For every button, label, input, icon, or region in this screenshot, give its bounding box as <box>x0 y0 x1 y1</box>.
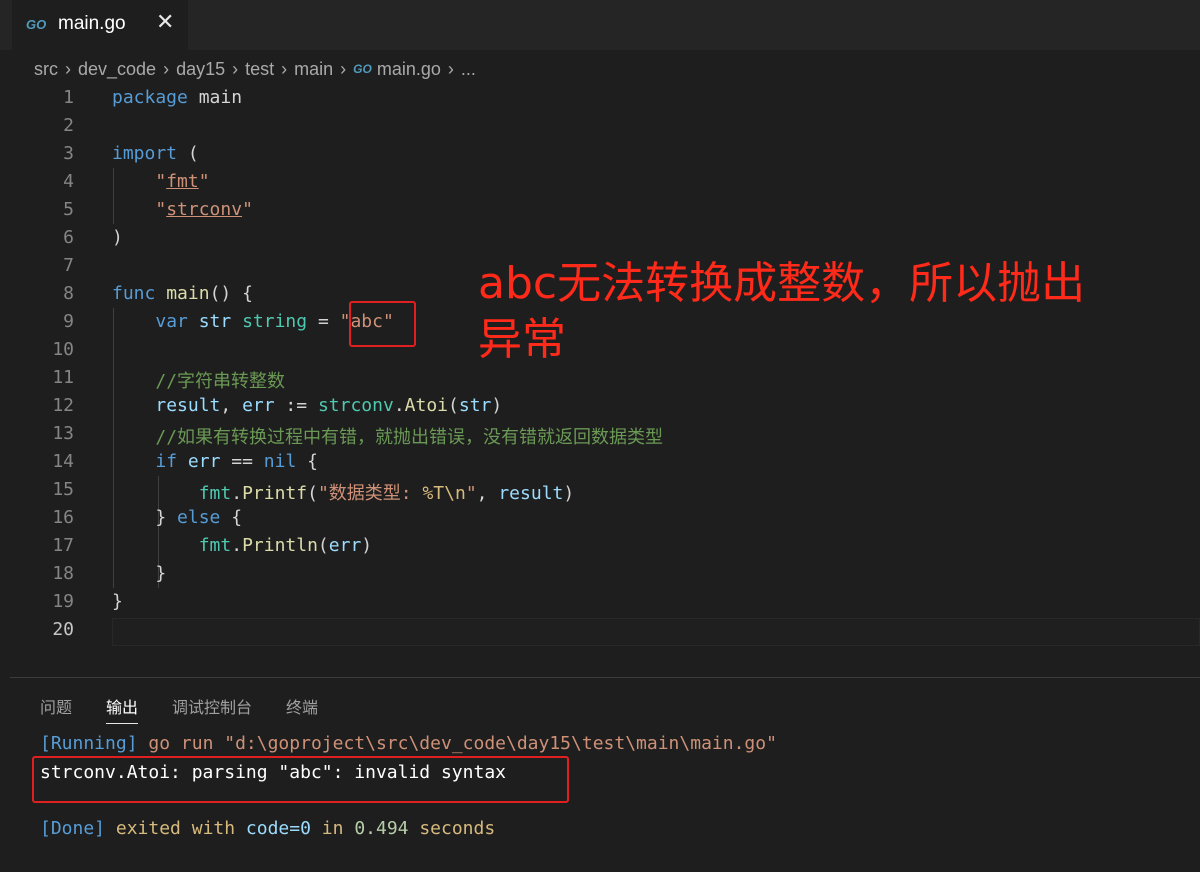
line-number: 1 <box>63 87 74 108</box>
tab-debug-console[interactable]: 调试控制台 <box>172 694 252 724</box>
code-line: 5 "strconv" <box>0 196 1200 224</box>
output-running-line: [Running] go run "d:\goproject\src\dev_c… <box>40 733 777 754</box>
output-done-line: [Done] exited with code=0 in 0.494 secon… <box>40 818 495 839</box>
code-line: 14 if err == nil { <box>0 448 1200 476</box>
code-text: } <box>112 591 123 612</box>
code-line: 2 <box>0 112 1200 140</box>
tab-output[interactable]: 输出 <box>106 694 139 724</box>
done-tag: [Done] <box>40 818 106 839</box>
code-line: 11 //字符串转整数 <box>0 364 1200 392</box>
line-number: 15 <box>52 479 74 500</box>
panel-divider <box>10 677 1200 678</box>
chevron-right-icon: › <box>163 58 170 79</box>
line-number: 3 <box>63 143 74 164</box>
code-text: result, err := strconv.Atoi(str) <box>155 395 503 416</box>
tab-title: main.go <box>58 13 126 34</box>
code-comment: //如果有转换过程中有错，就抛出错误，没有错就返回数据类型 <box>155 427 664 448</box>
line-number: 9 <box>63 311 74 332</box>
line-number: 2 <box>63 115 74 136</box>
line-number: 10 <box>52 339 74 360</box>
line-number: 8 <box>63 283 74 304</box>
running-tag: [Running] <box>40 733 138 754</box>
code-line: 12 result, err := strconv.Atoi(str) <box>0 392 1200 420</box>
line-number: 4 <box>63 171 74 192</box>
code-text: } else { <box>112 507 243 528</box>
code-editor[interactable]: 1 package main 2 3 import ( 4 "fmt" 5 "s… <box>0 84 1200 660</box>
chevron-right-icon: › <box>340 58 347 79</box>
exit-code: code=0 <box>245 818 311 839</box>
close-icon[interactable]: ✕ <box>156 10 174 35</box>
code-text: "strconv" <box>155 199 253 220</box>
line-number: 12 <box>52 395 74 416</box>
breadcrumb-item[interactable]: day15 <box>176 59 225 80</box>
code-text: fmt.Printf("数据类型: %T\n", result) <box>198 483 575 504</box>
editor-tab-main-go[interactable]: GO main.go ✕ <box>12 0 188 50</box>
code-text: package main <box>112 87 243 108</box>
tab-terminal[interactable]: 终端 <box>286 694 318 724</box>
line-number-active: 20 <box>52 619 74 640</box>
go-file-icon: GO <box>26 17 47 32</box>
code-line: 18 } <box>0 560 1200 588</box>
code-line: 16 } else { <box>0 504 1200 532</box>
breadcrumb-item[interactable]: main <box>294 59 333 80</box>
breadcrumb-item[interactable]: test <box>245 59 274 80</box>
line-number: 13 <box>52 423 74 444</box>
highlight-box-abc <box>349 301 416 347</box>
code-text: } <box>112 563 167 584</box>
line-number: 14 <box>52 451 74 472</box>
line-number: 7 <box>63 255 74 276</box>
go-file-icon: GO <box>353 62 372 76</box>
code-line: 19 } <box>0 588 1200 616</box>
line-number: 5 <box>63 199 74 220</box>
done-time: 0.494 <box>354 818 409 839</box>
line-number: 6 <box>63 227 74 248</box>
done-prefix: exited with <box>105 818 246 839</box>
code-line: 1 package main <box>0 84 1200 112</box>
panel-tabs: 问题 输出 调试控制台 终端 <box>40 694 352 724</box>
code-line: 3 import ( <box>0 140 1200 168</box>
breadcrumb-item[interactable]: dev_code <box>78 59 156 80</box>
chevron-right-icon: › <box>232 58 239 79</box>
line-number: 19 <box>52 591 74 612</box>
line-number: 18 <box>52 563 74 584</box>
breadcrumb-item[interactable]: main.go <box>377 59 441 80</box>
tab-bar: GO main.go ✕ <box>0 0 1200 50</box>
chevron-right-icon: › <box>447 58 454 79</box>
breadcrumb: src › dev_code › day15 › test › main › G… <box>34 56 476 82</box>
code-line-current: 20 <box>0 616 1200 644</box>
done-in: in <box>310 818 355 839</box>
done-suffix: seconds <box>408 818 496 839</box>
tab-problems[interactable]: 问题 <box>40 694 72 724</box>
line-number: 11 <box>52 367 74 388</box>
code-line: 15 fmt.Printf("数据类型: %T\n", result) <box>0 476 1200 504</box>
line-number: 16 <box>52 507 74 528</box>
running-command: go run "d:\goproject\src\dev_code\day15\… <box>137 733 777 754</box>
annotation-text: abc无法转换成整数，所以抛出异常 <box>478 258 1086 365</box>
code-line: 4 "fmt" <box>0 168 1200 196</box>
code-line: 13 //如果有转换过程中有错，就抛出错误，没有错就返回数据类型 <box>0 420 1200 448</box>
code-text: if err == nil { <box>155 451 318 472</box>
code-line: 6 ) <box>0 224 1200 252</box>
code-comment: //字符串转整数 <box>155 371 286 392</box>
chevron-right-icon: › <box>65 58 71 79</box>
code-text: fmt.Println(err) <box>198 535 373 556</box>
code-text: "fmt" <box>155 171 210 192</box>
code-line: 17 fmt.Println(err) <box>0 532 1200 560</box>
code-text: ) <box>112 227 123 248</box>
breadcrumb-item[interactable]: src <box>34 59 58 80</box>
line-number: 17 <box>52 535 74 556</box>
code-text: func main() { <box>112 283 253 304</box>
highlight-box-error <box>32 756 569 803</box>
breadcrumb-item[interactable]: ... <box>461 59 476 80</box>
chevron-right-icon: › <box>281 58 288 79</box>
code-text: import ( <box>112 143 199 164</box>
